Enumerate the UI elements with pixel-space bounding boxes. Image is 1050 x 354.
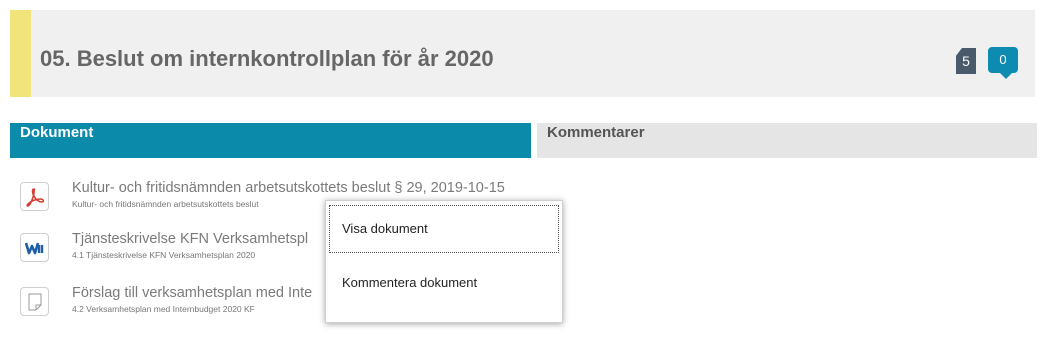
word-icon — [20, 233, 49, 262]
document-context-menu: Visa dokument Kommentera dokument — [325, 200, 563, 323]
agenda-item-header[interactable]: 05. Beslut om internkontrollplan för år … — [10, 10, 1035, 97]
tab-dokument[interactable]: Dokument — [10, 123, 531, 158]
agenda-item-title: 05. Beslut om internkontrollplan för år … — [40, 46, 494, 71]
accent-bar — [10, 10, 31, 97]
document-subtitle: 4.2 Verksamhetsplan med Internbudget 202… — [72, 304, 255, 314]
tab-kommentarer[interactable]: Kommentarer — [537, 123, 1037, 158]
comments-count-badge[interactable]: 0 — [988, 47, 1018, 79]
generic-document-icon — [20, 287, 49, 316]
document-subtitle: Kultur- och fritidsnämnden arbetsutskott… — [72, 199, 259, 209]
document-title[interactable]: Tjänsteskrivelse KFN Verksamhetspl — [72, 231, 308, 247]
document-title[interactable]: Förslag till verksamhetsplan med Inte — [72, 285, 312, 301]
documents-count-badge[interactable]: 5 — [956, 48, 976, 74]
document-subtitle: 4.1 Tjänsteskrivelse KFN Verksamhetsplan… — [72, 250, 256, 260]
menu-item-kommentera-dokument[interactable]: Kommentera dokument — [329, 259, 559, 307]
document-title[interactable]: Kultur- och fritidsnämnden arbetsutskott… — [72, 180, 505, 196]
menu-item-visa-dokument[interactable]: Visa dokument — [329, 205, 559, 253]
pdf-icon — [20, 182, 49, 211]
